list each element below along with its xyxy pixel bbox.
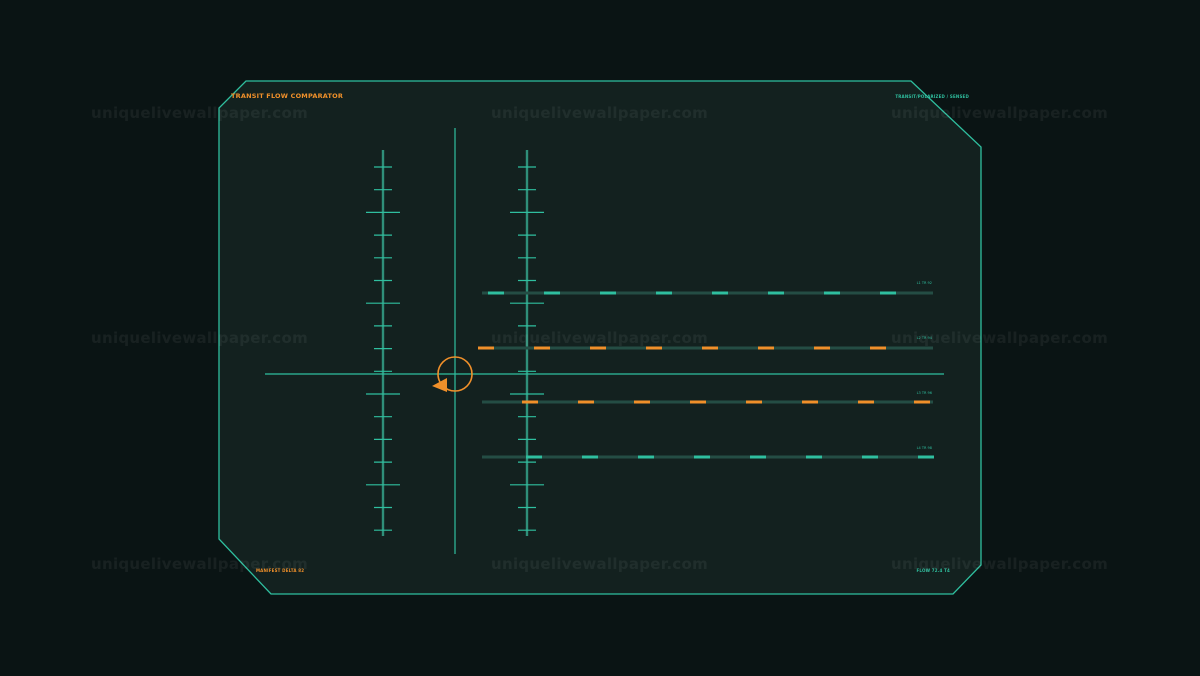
lane-segment — [824, 291, 840, 295]
lane-segment — [918, 455, 934, 459]
wallpaper-stage: TRANSIT FLOW COMPARATOR TRANSIT/POLARIZE… — [0, 0, 1200, 676]
watermark: uniquelivewallpaper.com — [491, 329, 709, 347]
lane-segment — [914, 400, 930, 404]
watermark: uniquelivewallpaper.com — [91, 104, 309, 122]
lane-label-3: L3 TR 96 — [916, 391, 932, 395]
lane-segment — [880, 291, 896, 295]
lane-segment — [582, 455, 598, 459]
watermark: uniquelivewallpaper.com — [491, 104, 709, 122]
lane-segment — [634, 400, 650, 404]
lane-segment — [802, 400, 818, 404]
lane-segment — [870, 346, 886, 350]
lane-segment — [638, 455, 654, 459]
mode-label: TRANSIT/POLARIZED / SENSED — [895, 94, 969, 99]
watermark: uniquelivewallpaper.com — [91, 555, 309, 573]
lane-segment — [712, 291, 728, 295]
lane-label-1: L1 TR 92 — [916, 281, 932, 285]
watermark: uniquelivewallpaper.com — [891, 104, 1109, 122]
watermark: uniquelivewallpaper.com — [891, 329, 1109, 347]
watermark: uniquelivewallpaper.com — [891, 555, 1109, 573]
lane-segment — [746, 400, 762, 404]
watermark: uniquelivewallpaper.com — [91, 329, 309, 347]
lane-segment — [522, 400, 538, 404]
lane-segment — [600, 291, 616, 295]
lane-segment — [694, 455, 710, 459]
lane-segment — [750, 455, 766, 459]
panel-title: TRANSIT FLOW COMPARATOR — [231, 92, 344, 100]
lane-segment — [858, 400, 874, 404]
lane-segment — [814, 346, 830, 350]
lane-segment — [656, 291, 672, 295]
lane-segment — [862, 455, 878, 459]
lane-segment — [488, 291, 504, 295]
lane-segment — [758, 346, 774, 350]
lane-segment — [806, 455, 822, 459]
lane-segment — [578, 400, 594, 404]
lane-segment — [526, 455, 542, 459]
watermark: uniquelivewallpaper.com — [491, 555, 709, 573]
lane-segment — [690, 400, 706, 404]
lane-label-4: L4 TR 98 — [916, 446, 932, 450]
lane-segment — [544, 291, 560, 295]
lane-segment — [768, 291, 784, 295]
